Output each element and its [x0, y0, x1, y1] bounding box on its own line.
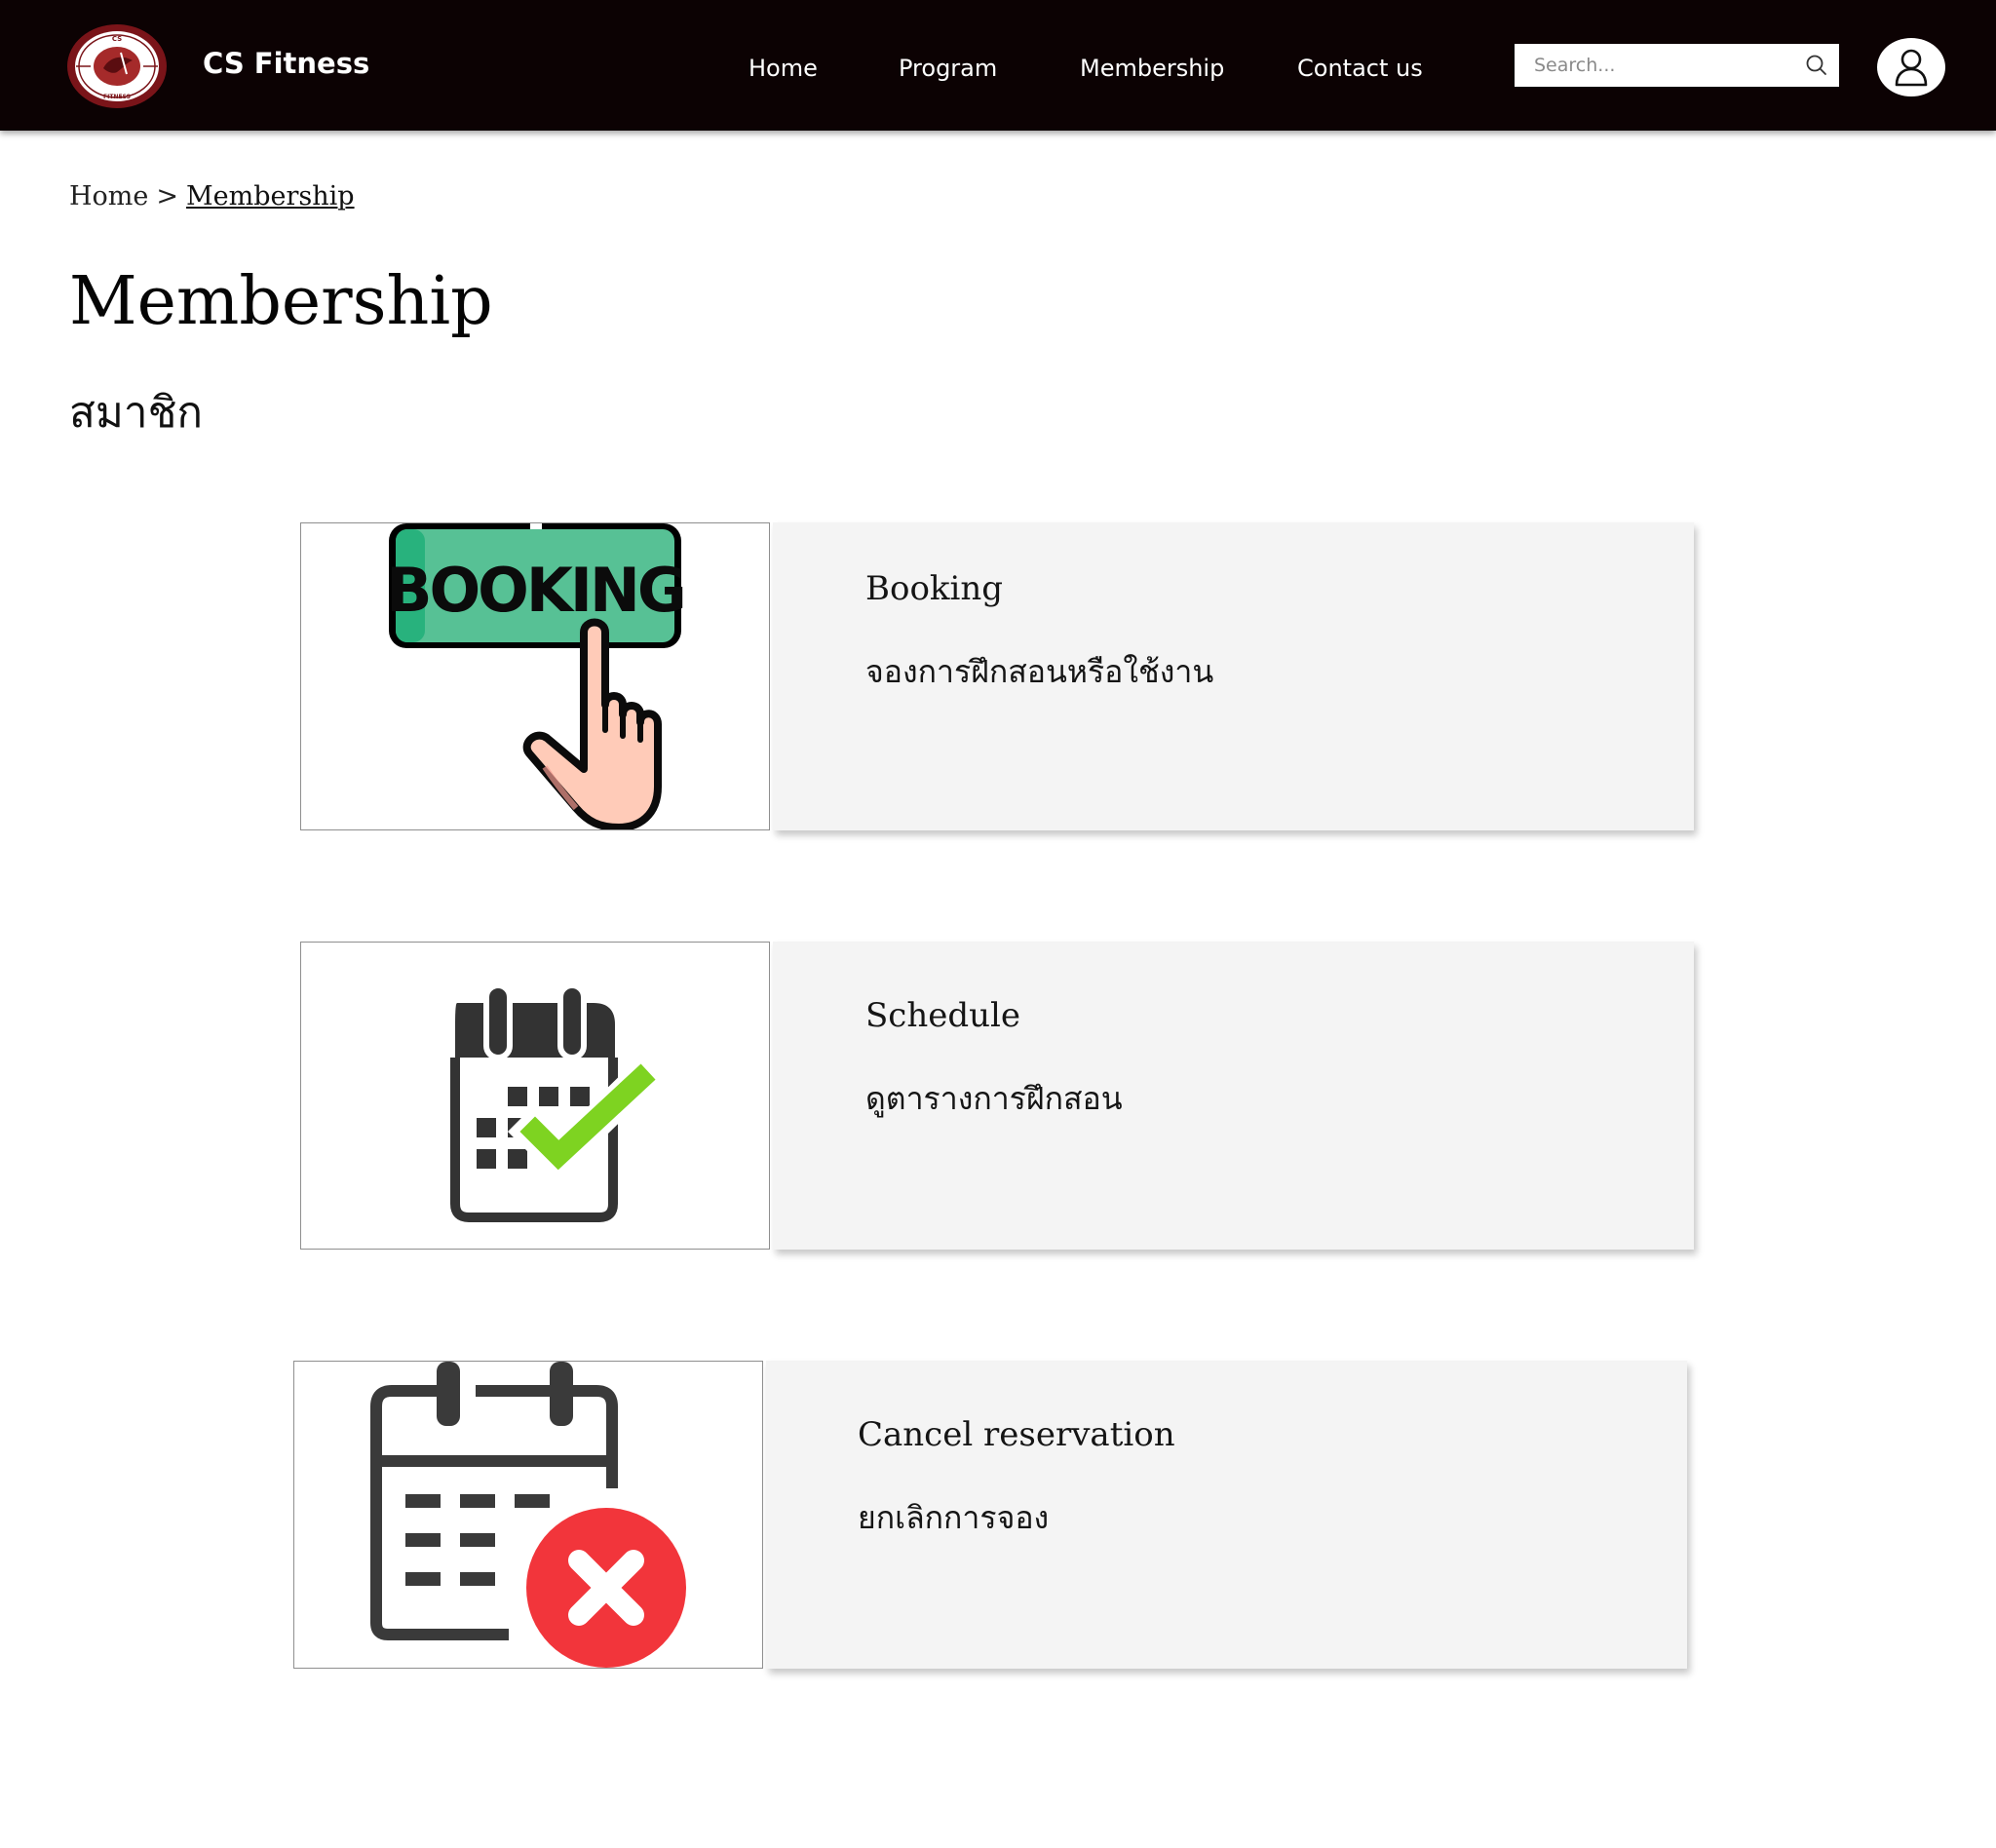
brand-name[interactable]: CS Fitness	[203, 47, 369, 80]
booking-card-description: จองการฝึกสอนหรือใช้งาน	[865, 653, 1214, 690]
cancel-card-title: Cancel reservation	[858, 1415, 1175, 1454]
page-title: Membership	[69, 263, 493, 340]
user-icon	[1895, 49, 1928, 87]
page-subtitle: สมาชิก	[69, 388, 204, 438]
nav-home[interactable]: Home	[748, 55, 818, 82]
cancel-card-description: ยกเลิกการจอง	[858, 1499, 1050, 1536]
schedule-card[interactable]: Schedule ดูตารางการฝึกสอน	[773, 942, 1694, 1250]
cancel-reservation-card[interactable]: Cancel reservation ยกเลิกการจอง	[766, 1361, 1687, 1669]
nav-membership[interactable]: Membership	[1080, 55, 1224, 82]
booking-card-image[interactable]: BOOKING	[300, 522, 770, 830]
booking-hand-icon: BOOKING	[386, 523, 687, 829]
booking-card[interactable]: Booking จองการฝึกสอนหรือใช้งาน	[773, 522, 1694, 830]
logo-emblem-icon: CS FITNESS	[67, 24, 167, 108]
search-bar	[1515, 44, 1839, 87]
brand-logo[interactable]: CS FITNESS	[66, 23, 168, 109]
schedule-card-image[interactable]	[300, 942, 770, 1250]
schedule-card-title: Schedule	[865, 996, 1021, 1035]
nav-contact-us[interactable]: Contact us	[1297, 55, 1423, 82]
calendar-cancel-icon	[370, 1362, 690, 1668]
svg-text:BOOKING: BOOKING	[386, 555, 684, 626]
nav-program[interactable]: Program	[899, 55, 997, 82]
schedule-card-description: ดูตารางการฝึกสอน	[865, 1080, 1123, 1117]
svg-text:FITNESS: FITNESS	[103, 94, 131, 100]
svg-text:CS: CS	[112, 35, 122, 43]
search-icon[interactable]	[1804, 53, 1829, 78]
breadcrumb-home[interactable]: Home	[69, 181, 148, 212]
top-navbar: CS FITNESS CS Fitness Home Program Membe…	[0, 0, 1996, 131]
breadcrumb: Home > Membership	[69, 181, 355, 212]
cancel-card-image[interactable]	[293, 1361, 763, 1669]
user-account-button[interactable]	[1877, 38, 1945, 96]
breadcrumb-current[interactable]: Membership	[186, 181, 355, 212]
booking-card-title: Booking	[865, 569, 1004, 608]
calendar-check-icon	[450, 982, 669, 1222]
breadcrumb-separator: >	[156, 181, 179, 212]
search-input[interactable]	[1534, 44, 1787, 87]
